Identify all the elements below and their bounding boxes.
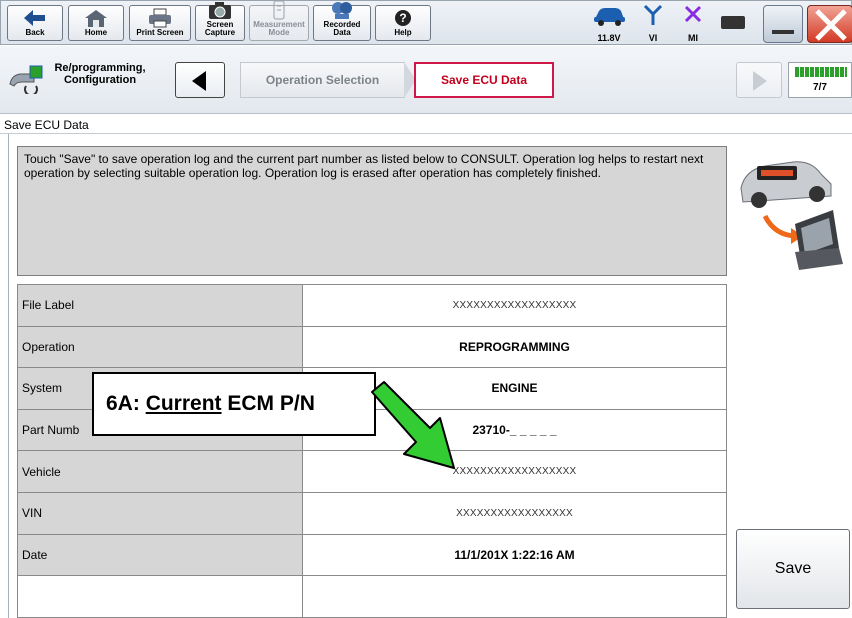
car-to-laptop-illustration bbox=[735, 140, 847, 277]
help-icon: ? bbox=[390, 8, 416, 28]
reprogramming-icon bbox=[8, 64, 46, 99]
vin-key: VIN bbox=[17, 491, 303, 535]
home-button[interactable]: Home bbox=[68, 5, 124, 41]
file-label-key: File Label bbox=[17, 284, 303, 327]
vi-status: VI bbox=[637, 3, 669, 43]
step-operation-selection[interactable]: Operation Selection bbox=[240, 62, 405, 98]
progress-bar bbox=[795, 67, 847, 77]
vin-value: XXXXXXXXXXXXXXXXX bbox=[302, 491, 727, 535]
car-icon bbox=[591, 3, 627, 32]
vehicle-value: XXXXXXXXXXXXXXXXXX bbox=[302, 450, 727, 493]
measurement-mode-button[interactable]: Measurement Mode bbox=[249, 0, 309, 41]
step-save-ecu-data: Save ECU Data bbox=[414, 62, 554, 98]
minimize-button[interactable] bbox=[763, 5, 803, 43]
date-key: Date bbox=[17, 533, 303, 577]
date-value: 11/1/201X 1:22:16 AM bbox=[302, 533, 727, 577]
recorded-data-button[interactable]: Recorded Data bbox=[313, 2, 371, 41]
battery-voltage-status: 11.8V bbox=[587, 3, 631, 43]
table-row: VIN XXXXXXXXXXXXXXXXX bbox=[17, 491, 727, 535]
antenna-icon bbox=[641, 3, 665, 32]
progress-text: 7/7 bbox=[813, 82, 827, 93]
save-button[interactable]: Save bbox=[736, 529, 850, 609]
table-row: Operation REPROGRAMMING bbox=[17, 325, 727, 369]
callout-prefix: 6A: bbox=[106, 392, 146, 415]
callout-box: 6A: Current ECM P/N bbox=[92, 372, 376, 436]
mode-label: Re/programming, Configuration bbox=[54, 62, 146, 86]
mi-status: MI bbox=[677, 3, 709, 43]
table-row: Date 11/1/201X 1:22:16 AM bbox=[17, 533, 727, 577]
screen-capture-button[interactable]: Screen Capture bbox=[195, 2, 245, 41]
callout-suffix: ECM P/N bbox=[221, 392, 315, 415]
empty-value bbox=[302, 575, 727, 618]
camera-icon bbox=[207, 0, 233, 20]
content-border bbox=[8, 134, 9, 618]
vehicle-key: Vehicle bbox=[17, 450, 303, 493]
file-label-value: XXXXXXXXXXXXXXXXXX bbox=[302, 284, 727, 327]
next-step-button[interactable] bbox=[736, 62, 782, 98]
svg-text:?: ? bbox=[399, 11, 406, 25]
table-row: File Label XXXXXXXXXXXXXXXXXX bbox=[17, 284, 727, 327]
back-arrow-icon bbox=[22, 8, 48, 28]
print-screen-button[interactable]: Print Screen bbox=[129, 5, 191, 41]
operation-value: REPROGRAMMING bbox=[302, 325, 727, 369]
disconnected-x-icon bbox=[681, 3, 705, 32]
table-row bbox=[17, 575, 727, 618]
previous-step-button[interactable] bbox=[175, 62, 225, 98]
instruction-text: Touch "Save" to save operation log and t… bbox=[17, 146, 727, 276]
printer-icon bbox=[147, 8, 173, 28]
callout-underlined: Current bbox=[145, 392, 222, 415]
toolbar: Back Home Print Screen Screen Capture Me… bbox=[0, 0, 852, 45]
breadcrumb: Re/programming, Configuration Operation … bbox=[0, 46, 852, 114]
empty-key bbox=[17, 575, 303, 618]
measurement-icon bbox=[266, 0, 292, 20]
close-button[interactable] bbox=[807, 5, 852, 43]
operation-key: Operation bbox=[17, 325, 303, 369]
recorded-data-icon bbox=[329, 0, 355, 20]
battery-icon bbox=[721, 16, 745, 29]
back-button[interactable]: Back bbox=[7, 5, 63, 41]
close-icon bbox=[815, 9, 847, 41]
step-progress: 7/7 bbox=[788, 62, 852, 98]
help-button[interactable]: ? Help bbox=[375, 5, 431, 41]
title-divider bbox=[0, 133, 852, 134]
green-arrow-icon bbox=[371, 381, 455, 469]
home-icon bbox=[83, 8, 109, 28]
page-title: Save ECU Data bbox=[4, 118, 89, 132]
